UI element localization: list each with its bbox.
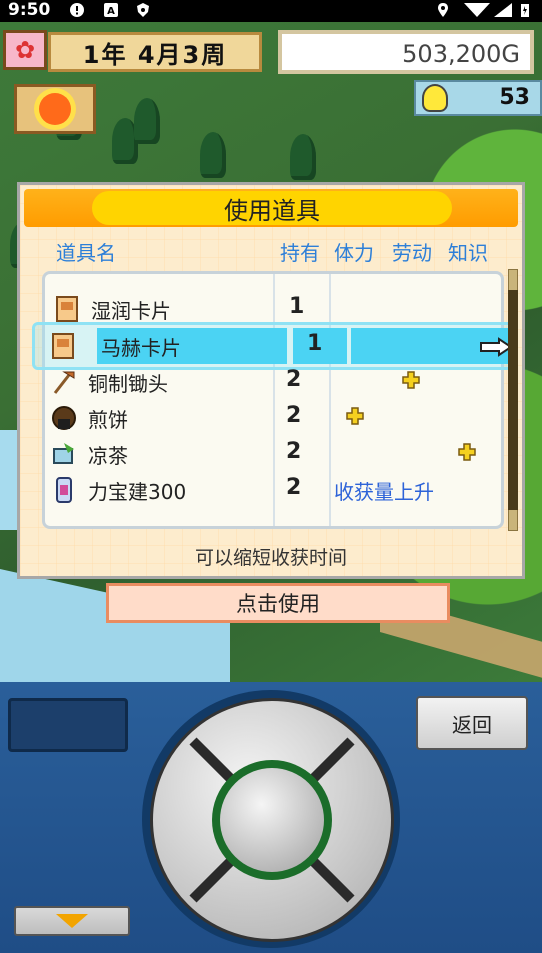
column-header-owned: 持有 xyxy=(280,241,320,265)
money-display: 503,200G xyxy=(278,30,534,74)
item-name: 马赫卡片 xyxy=(101,336,181,360)
item-name: 力宝建300 xyxy=(88,480,187,504)
tree xyxy=(200,132,226,178)
status-bar: 9:50 A xyxy=(0,0,542,22)
money-value: 503,200G xyxy=(402,40,520,68)
scrollbar-thumb[interactable] xyxy=(508,290,518,510)
bonus-plus-icon xyxy=(458,443,476,461)
item-name: 凉茶 xyxy=(88,444,128,468)
info-display-slot xyxy=(8,698,128,752)
alert-icon xyxy=(70,3,84,17)
item-count: 1 xyxy=(307,331,323,356)
idea-points-panel[interactable]: 53 xyxy=(414,80,542,116)
chevron-down-icon xyxy=(56,914,88,928)
svg-text:A: A xyxy=(107,6,115,17)
sun-icon xyxy=(39,93,71,125)
shield-icon xyxy=(137,3,149,17)
wifi-icon xyxy=(464,3,490,17)
rice-cracker-icon xyxy=(52,406,76,430)
use-item-button[interactable]: 点击使用 xyxy=(106,583,450,623)
item-name: 煎饼 xyxy=(88,408,128,432)
dpad-center-button[interactable] xyxy=(220,768,324,872)
card-icon xyxy=(56,296,78,322)
selected-count-cell: 1 xyxy=(293,328,347,364)
selected-name-cell: 马赫卡片 xyxy=(97,328,287,364)
hoe-icon xyxy=(53,371,75,394)
signal-icon xyxy=(494,3,512,17)
battery-icon xyxy=(521,4,529,17)
menu-toggle-button[interactable] xyxy=(14,906,130,936)
item-row-energy-drink[interactable]: 力宝建300 2 收获量上升 xyxy=(48,473,498,507)
item-name: 湿润卡片 xyxy=(91,299,171,323)
item-count: 2 xyxy=(286,475,302,500)
list-scrollbar[interactable] xyxy=(508,269,518,531)
back-button[interactable]: 返回 xyxy=(416,696,528,750)
drink-can-icon xyxy=(56,477,72,503)
item-count: 2 xyxy=(286,367,302,392)
item-row-mach-card[interactable]: 马赫卡片 1 xyxy=(32,322,518,370)
item-row-moist-card[interactable]: 湿润卡片 1 xyxy=(51,292,501,326)
dialog-header: 使用道具 xyxy=(24,189,518,227)
weather-sign[interactable] xyxy=(14,84,96,134)
column-header-stamina: 体力 xyxy=(334,241,374,265)
item-count: 1 xyxy=(289,294,305,319)
bonus-plus-icon xyxy=(346,407,364,425)
item-count: 2 xyxy=(286,403,302,428)
item-count: 2 xyxy=(286,439,302,464)
date-display: 1年 4月3周 xyxy=(48,32,262,72)
item-row-copper-hoe[interactable]: 铜制锄头 2 xyxy=(48,365,498,399)
dialog-title: 使用道具 xyxy=(92,191,452,225)
card-icon xyxy=(52,333,74,359)
item-name: 铜制锄头 xyxy=(88,372,168,396)
item-description: 可以缩短收获时间 xyxy=(194,547,347,569)
location-icon xyxy=(438,3,448,17)
use-item-dialog: 使用道具 道具名 持有 体力 劳动 知识 湿润卡片 1 马赫卡片 1 铜制锄头 … xyxy=(17,182,525,579)
idea-points-value: 53 xyxy=(499,85,530,110)
item-row-herbal-tea[interactable]: 凉茶 2 xyxy=(48,437,498,471)
tree xyxy=(134,98,160,144)
item-effect: 收获量上升 xyxy=(334,480,434,504)
app-notification-icon: A xyxy=(104,3,118,17)
column-header-knowledge: 知识 xyxy=(448,241,488,265)
column-header-labor: 劳动 xyxy=(392,241,432,265)
bonus-plus-icon xyxy=(402,371,420,389)
column-header-name: 道具名 xyxy=(56,241,116,265)
lightbulb-icon xyxy=(422,84,448,112)
season-flower-icon[interactable]: ✿ xyxy=(3,30,47,70)
status-time: 9:50 xyxy=(8,0,51,20)
item-row-rice-cracker[interactable]: 煎饼 2 xyxy=(48,401,498,435)
tree xyxy=(290,134,316,180)
tea-icon xyxy=(53,443,74,464)
